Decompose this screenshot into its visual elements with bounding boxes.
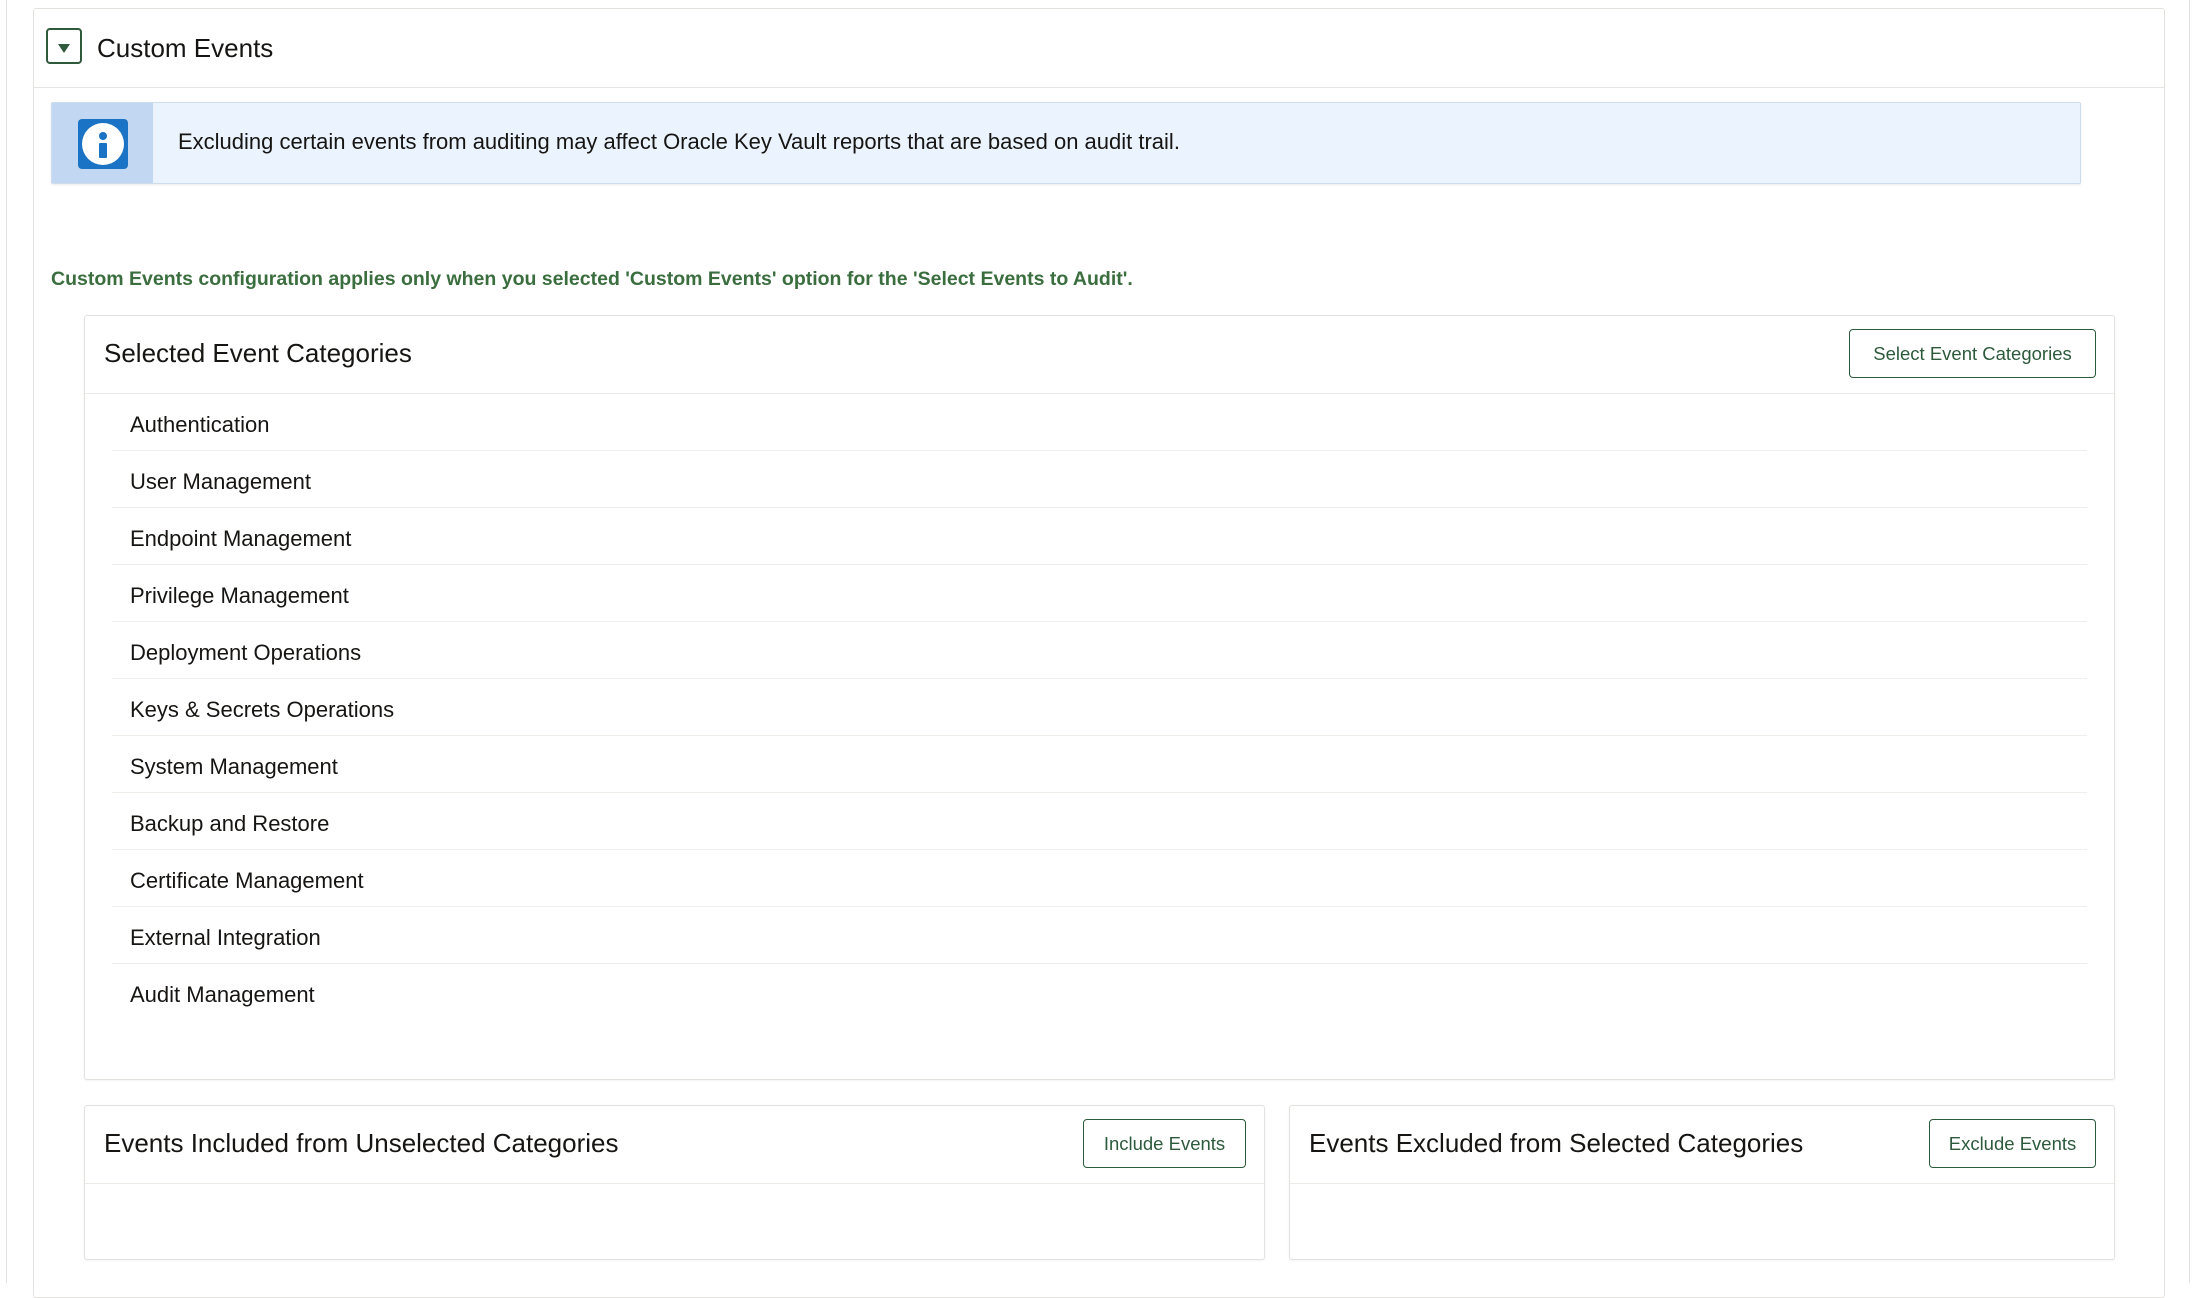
region-title: Custom Events <box>97 33 273 64</box>
panel-title: Selected Event Categories <box>104 338 412 369</box>
selected-categories-panel: Selected Event Categories Select Event C… <box>84 315 2115 1080</box>
exclude-events-button[interactable]: Exclude Events <box>1929 1119 2096 1168</box>
info-icon-container <box>52 103 153 183</box>
select-event-categories-button[interactable]: Select Event Categories <box>1849 329 2096 378</box>
collapse-toggle-button[interactable] <box>46 28 82 64</box>
list-item: Privilege Management <box>112 565 2087 622</box>
region-header: Custom Events <box>34 9 2164 88</box>
panel-header: Events Included from Unselected Categori… <box>85 1106 1264 1184</box>
panel-title: Events Included from Unselected Categori… <box>104 1128 619 1159</box>
excluded-events-panel: Events Excluded from Selected Categories… <box>1289 1105 2115 1260</box>
panel-title: Events Excluded from Selected Categories <box>1309 1128 1803 1159</box>
list-item: System Management <box>112 736 2087 793</box>
list-item: Deployment Operations <box>112 622 2087 679</box>
info-banner: Excluding certain events from auditing m… <box>51 102 2081 184</box>
config-note: Custom Events configuration applies only… <box>51 268 1133 291</box>
panel-header: Events Excluded from Selected Categories… <box>1290 1106 2114 1184</box>
include-events-button[interactable]: Include Events <box>1083 1119 1246 1168</box>
info-message: Excluding certain events from auditing m… <box>178 129 1180 155</box>
list-item: Endpoint Management <box>112 508 2087 565</box>
category-list: Authentication User Management Endpoint … <box>112 394 2087 1021</box>
included-events-panel: Events Included from Unselected Categori… <box>84 1105 1265 1260</box>
chevron-down-icon <box>58 44 70 53</box>
panel-header: Selected Event Categories Select Event C… <box>85 316 2114 394</box>
list-item: Backup and Restore <box>112 793 2087 850</box>
list-item: External Integration <box>112 907 2087 964</box>
list-item: Audit Management <box>112 964 2087 1021</box>
list-item: Keys & Secrets Operations <box>112 679 2087 736</box>
info-icon <box>78 119 128 169</box>
list-item: User Management <box>112 451 2087 508</box>
list-item: Certificate Management <box>112 850 2087 907</box>
list-item: Authentication <box>112 394 2087 451</box>
